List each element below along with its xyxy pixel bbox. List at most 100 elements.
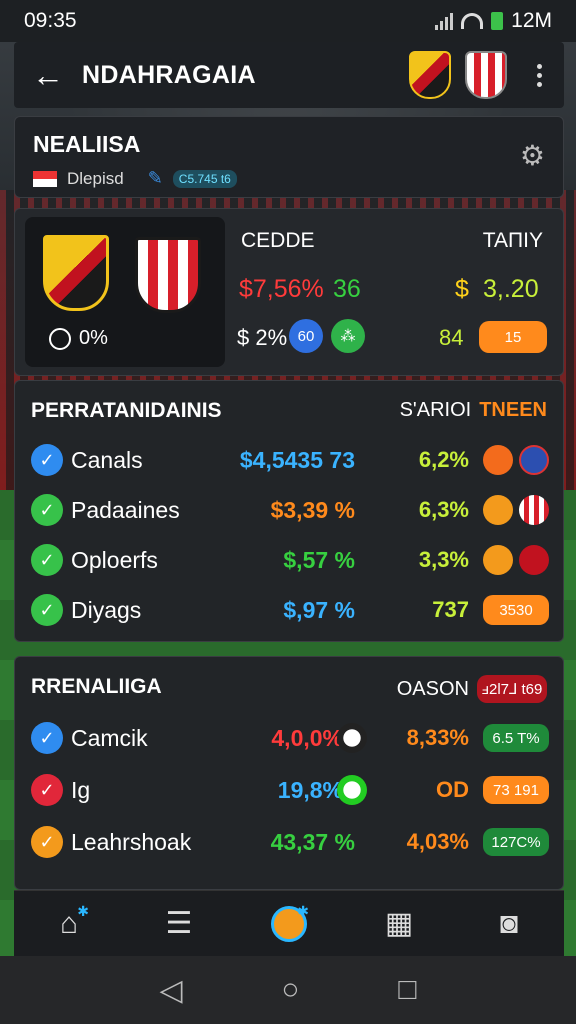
table-row[interactable]: ✓ Padaaines $3,39 % 6,3% [15,485,565,535]
row-value: $4,5435 73 [239,446,355,473]
row-pct: 8,33% [406,725,469,750]
match-col1-odds: $7,56% [239,275,324,303]
page-title: NDAHRAGAIA [82,60,256,89]
team-badge-icon [519,495,549,525]
signal-icon [435,12,454,30]
battery-icon [491,12,504,30]
network-label: 12M [511,9,552,32]
row-label: Canals [71,446,143,473]
row-end-pill[interactable]: 3530 [483,595,549,625]
soccer-ball-icon [337,775,367,805]
table-row[interactable]: ✓ Leahrshoak 43,37 % 4,03% 127C% [15,817,565,867]
row-value: $,57 % [283,546,355,573]
check-icon: ✓ [31,722,63,754]
table1-title: PERRATANIDAINIS [31,399,222,422]
system-recents-icon[interactable]: □ [398,973,416,1007]
match-timer-value: 0% [79,327,108,349]
team-badge-icon [483,495,513,525]
app-bar: ← NDAHRAGAIA [14,42,564,108]
status-time: 09:35 [24,9,77,32]
table-row[interactable]: ✓ Canals $4,5435 73 6,2% [15,435,565,485]
calendar-icon[interactable]: ▦ [373,901,425,947]
team-badge-icon [483,545,513,575]
row-end-pill[interactable]: 73 191 [483,776,549,804]
check-icon: ✓ [31,826,63,858]
flag-icon [33,170,57,187]
row-pct: 3,3% [418,547,469,572]
match-col2-count: 84 [439,325,464,350]
row-end-pill[interactable]: 127C% [483,828,549,856]
system-home-icon[interactable]: ○ [281,973,299,1007]
table-row[interactable]: ✓ Diyags $,97 % 737 3530 [15,585,565,635]
standings-table-1: PERRATANIDAINIS S'ARIOI TNEEN ✓ Canals $… [14,380,564,642]
match-col1-price: $ 2% [237,325,288,350]
team-badge-icon [519,545,549,575]
more-options-icon[interactable] [533,60,546,91]
away-crest-icon [135,237,201,313]
wifi-icon [461,13,484,29]
row-end-pill[interactable]: 6.5 T% [483,724,549,752]
clock-icon [49,327,71,350]
row-value: 4,0,0% [271,724,343,751]
row-label: Camcik [71,724,148,751]
row-label: Diyags [71,596,142,623]
row-value: 19,8% [277,776,343,803]
match-col1-odds-extra: 36 [333,275,361,303]
gear-icon[interactable]: ⚙ [520,139,545,172]
system-navigation-bar: ◁ ○ □ [0,956,576,1024]
row-pct: 6,2% [418,447,469,472]
system-back-icon[interactable]: ◁ [159,973,182,1008]
team-badge-icon [519,445,549,475]
match-col1-header: CEDDE [241,229,315,252]
row-value: 43,37 % [270,828,355,855]
table2-title: RRENALIIGA [31,675,162,698]
ball-tab-icon[interactable]: ✱ [263,901,315,947]
row-pct: 4,03% [406,829,469,854]
table-row[interactable]: ✓ Oploerfs $,57 % 3,3% [15,535,565,585]
row-label: Ig [71,776,91,803]
back-arrow-icon[interactable]: ← [32,57,82,94]
team-crest-icon[interactable] [465,51,507,99]
league-card[interactable]: NEALIISA Dlepisd ✎ C5.745 t6 ⚙ [14,116,564,198]
match-timer: 0% [49,327,108,350]
row-value: $3,39 % [270,496,355,523]
check-icon: ✓ [31,774,63,806]
table-row[interactable]: ✓ Ig 19,8% OD 73 191 [15,765,565,815]
table1-right-label: S'ARIOI [399,399,472,421]
match-col2-value: 3,.20 [483,275,539,303]
edit-icon[interactable]: ✎ [148,168,163,189]
row-pct: 6,3% [418,497,469,522]
match-col2-price: $ [455,275,469,303]
team-crest-icon[interactable] [409,51,451,99]
list-icon[interactable]: ☰ [153,901,205,947]
bottom-navigation: ⌂ ✱ ☰ ✱ ▦ ◙ [14,890,564,956]
match-col1-badge[interactable]: 60 [289,319,323,353]
team-badge-icon [483,445,513,475]
check-icon: ✓ [31,544,63,576]
row-value: $,97 % [283,596,355,623]
camera-icon[interactable]: ◙ [483,901,535,947]
table2-right-label: OASON [396,677,469,700]
row-label: Padaaines [71,496,180,523]
home-crest-icon [43,235,109,311]
match-teams-panel: 0% [25,217,225,367]
table1-right-label-alt: TNEEN [479,399,547,421]
table2-right-pill[interactable]: ⅎ2l7⅃ t69 [477,675,547,703]
match-col2-pill[interactable]: 15 [479,321,547,353]
row-label: Leahrshoak [71,828,192,855]
standings-table-2: RRENALIIGA OASON ⅎ2l7⅃ t69 ✓ Camcik 4,0,… [14,656,564,890]
league-name: NEALIISA [33,131,141,157]
match-col2-header: TAΠIY [482,229,543,252]
match-card[interactable]: 0% CEDDE $7,56% 36 $ 2% 60 ⁂ TAΠIY $ 3,.… [14,208,564,376]
status-bar: 09:35 12M [0,0,576,42]
check-icon: ✓ [31,494,63,526]
row-pct: 737 [432,597,469,622]
league-tag: C5.745 t6 [172,169,237,188]
row-label: Oploerfs [71,546,158,573]
league-country: Dlepisd [67,168,124,188]
stats-icon[interactable]: ⁂ [331,319,365,353]
soccer-ball-icon [337,723,367,753]
home-icon[interactable]: ⌂ ✱ [43,901,95,947]
check-icon: ✓ [31,444,63,476]
table-row[interactable]: ✓ Camcik 4,0,0% 8,33% 6.5 T% [15,713,565,763]
